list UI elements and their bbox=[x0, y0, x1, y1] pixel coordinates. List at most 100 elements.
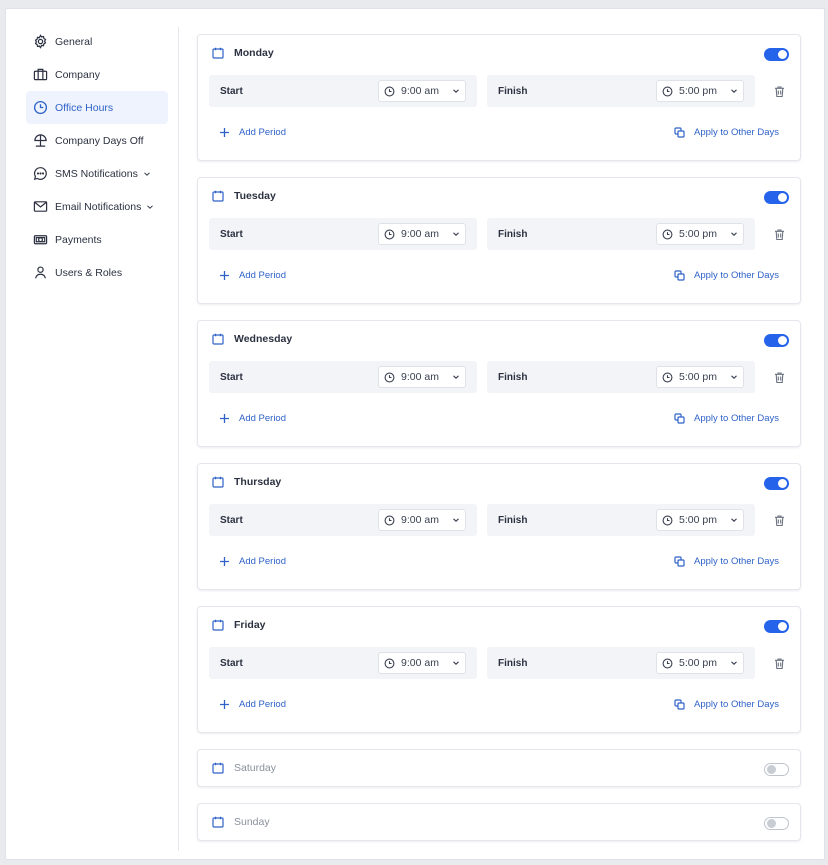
calendar-icon bbox=[212, 47, 224, 59]
start-label: Start bbox=[220, 657, 243, 669]
calendar-icon bbox=[212, 816, 224, 828]
chat-bubble-icon bbox=[32, 166, 48, 182]
finish-time-block: Finish 5:00 pm bbox=[487, 361, 755, 393]
day-enabled-toggle[interactable] bbox=[764, 48, 789, 61]
sidebar-item-office-hours[interactable]: Office Hours bbox=[26, 91, 168, 124]
add-period-button[interactable]: Add Period bbox=[219, 413, 286, 424]
start-time-select[interactable]: 9:00 am bbox=[378, 80, 466, 102]
clock-icon bbox=[384, 372, 395, 382]
day-enabled-toggle[interactable] bbox=[764, 191, 789, 204]
clock-icon bbox=[384, 86, 395, 96]
trash-icon[interactable] bbox=[773, 228, 786, 241]
add-period-button[interactable]: Add Period bbox=[219, 270, 286, 281]
finish-time-value: 5:00 pm bbox=[679, 228, 717, 240]
trash-icon[interactable] bbox=[773, 514, 786, 527]
clock-icon bbox=[662, 658, 673, 668]
clock-icon bbox=[662, 515, 673, 525]
user-icon bbox=[32, 265, 48, 281]
add-period-button[interactable]: Add Period bbox=[219, 699, 286, 710]
sidebar-item-users-roles[interactable]: Users & Roles bbox=[26, 256, 168, 289]
chevron-down-icon bbox=[453, 89, 459, 93]
day-card-sunday: Sunday bbox=[197, 803, 801, 841]
finish-time-select[interactable]: 5:00 pm bbox=[656, 223, 744, 245]
start-time-select[interactable]: 9:00 am bbox=[378, 366, 466, 388]
calendar-icon bbox=[212, 476, 224, 488]
trash-icon[interactable] bbox=[773, 85, 786, 98]
period-row: Start 9:00 am Finish 5:00 pm bbox=[209, 75, 786, 107]
apply-to-other-days-button[interactable]: Apply to Other Days bbox=[674, 699, 779, 710]
day-enabled-toggle[interactable] bbox=[764, 620, 789, 633]
start-time-value: 9:00 am bbox=[401, 85, 439, 97]
day-card-tuesday: Tuesday Start 9:00 am Finish 5:00 pm Add… bbox=[197, 177, 801, 304]
briefcase-icon bbox=[32, 67, 48, 83]
day-name: Saturday bbox=[234, 762, 277, 774]
day-actions: Add Period Apply to Other Days bbox=[219, 556, 779, 567]
start-time-value: 9:00 am bbox=[401, 514, 439, 526]
day-name: Friday bbox=[234, 619, 266, 631]
day-enabled-toggle[interactable] bbox=[764, 763, 789, 776]
day-actions: Add Period Apply to Other Days bbox=[219, 270, 779, 281]
sidebar-item-email-notifications[interactable]: Email Notifications bbox=[26, 190, 168, 223]
sidebar-item-label: Company Days Off bbox=[55, 134, 144, 147]
finish-label: Finish bbox=[498, 85, 528, 97]
sidebar-item-label: Users & Roles bbox=[55, 266, 123, 279]
trash-icon[interactable] bbox=[773, 371, 786, 384]
finish-label: Finish bbox=[498, 371, 528, 383]
sidebar-item-company-days-off[interactable]: Company Days Off bbox=[26, 124, 168, 157]
clock-icon bbox=[32, 100, 48, 116]
start-time-block: Start 9:00 am bbox=[209, 218, 477, 250]
copy-icon bbox=[674, 556, 685, 567]
day-card-thursday: Thursday Start 9:00 am Finish 5:00 pm Ad… bbox=[197, 463, 801, 590]
plus-icon bbox=[220, 700, 229, 709]
sidebar-item-sms-notifications[interactable]: SMS Notifications bbox=[26, 157, 168, 190]
finish-label: Finish bbox=[498, 514, 528, 526]
finish-time-select[interactable]: 5:00 pm bbox=[656, 652, 744, 674]
chevron-down-icon bbox=[453, 232, 459, 236]
envelope-icon bbox=[32, 199, 48, 215]
day-card-monday: Monday Start 9:00 am Finish 5:00 pm Add … bbox=[197, 34, 801, 161]
apply-to-other-days-button[interactable]: Apply to Other Days bbox=[674, 270, 779, 281]
plus-icon bbox=[220, 271, 229, 280]
finish-time-select[interactable]: 5:00 pm bbox=[656, 509, 744, 531]
start-time-select[interactable]: 9:00 am bbox=[378, 509, 466, 531]
start-label: Start bbox=[220, 228, 243, 240]
apply-to-other-days-label: Apply to Other Days bbox=[693, 127, 779, 138]
apply-to-other-days-button[interactable]: Apply to Other Days bbox=[674, 413, 779, 424]
sidebar-item-general[interactable]: General bbox=[26, 25, 168, 58]
chevron-down-icon bbox=[731, 661, 737, 665]
sidebar-item-label: Company bbox=[55, 68, 100, 81]
day-header: Saturday bbox=[212, 762, 276, 774]
chevron-down-icon bbox=[453, 661, 459, 665]
finish-time-select[interactable]: 5:00 pm bbox=[656, 80, 744, 102]
add-period-button[interactable]: Add Period bbox=[219, 127, 286, 138]
apply-to-other-days-button[interactable]: Apply to Other Days bbox=[674, 127, 779, 138]
chevron-down-icon bbox=[731, 518, 737, 522]
apply-to-other-days-button[interactable]: Apply to Other Days bbox=[674, 556, 779, 567]
add-period-button[interactable]: Add Period bbox=[219, 556, 286, 567]
chevron-down-icon bbox=[731, 89, 737, 93]
day-enabled-toggle[interactable] bbox=[764, 334, 789, 347]
clock-icon bbox=[662, 229, 673, 239]
start-label: Start bbox=[220, 85, 243, 97]
start-time-select[interactable]: 9:00 am bbox=[378, 223, 466, 245]
app-window: General Company Office Hours Company Day… bbox=[5, 8, 825, 860]
calendar-icon bbox=[212, 762, 224, 774]
day-card-saturday: Saturday bbox=[197, 749, 801, 787]
sidebar-item-company[interactable]: Company bbox=[26, 58, 168, 91]
sidebar-item-payments[interactable]: Payments bbox=[26, 223, 168, 256]
day-name: Monday bbox=[234, 47, 274, 59]
trash-icon[interactable] bbox=[773, 657, 786, 670]
chevron-down-icon bbox=[731, 375, 737, 379]
start-time-block: Start 9:00 am bbox=[209, 75, 477, 107]
calendar-icon bbox=[212, 190, 224, 202]
copy-icon bbox=[674, 127, 685, 138]
finish-time-select[interactable]: 5:00 pm bbox=[656, 366, 744, 388]
gear-icon bbox=[32, 34, 48, 50]
day-enabled-toggle[interactable] bbox=[764, 817, 789, 830]
finish-time-value: 5:00 pm bbox=[679, 657, 717, 669]
chevron-down-icon bbox=[147, 204, 154, 209]
finish-time-block: Finish 5:00 pm bbox=[487, 218, 755, 250]
start-time-select[interactable]: 9:00 am bbox=[378, 652, 466, 674]
cash-icon bbox=[32, 232, 48, 248]
day-enabled-toggle[interactable] bbox=[764, 477, 789, 490]
